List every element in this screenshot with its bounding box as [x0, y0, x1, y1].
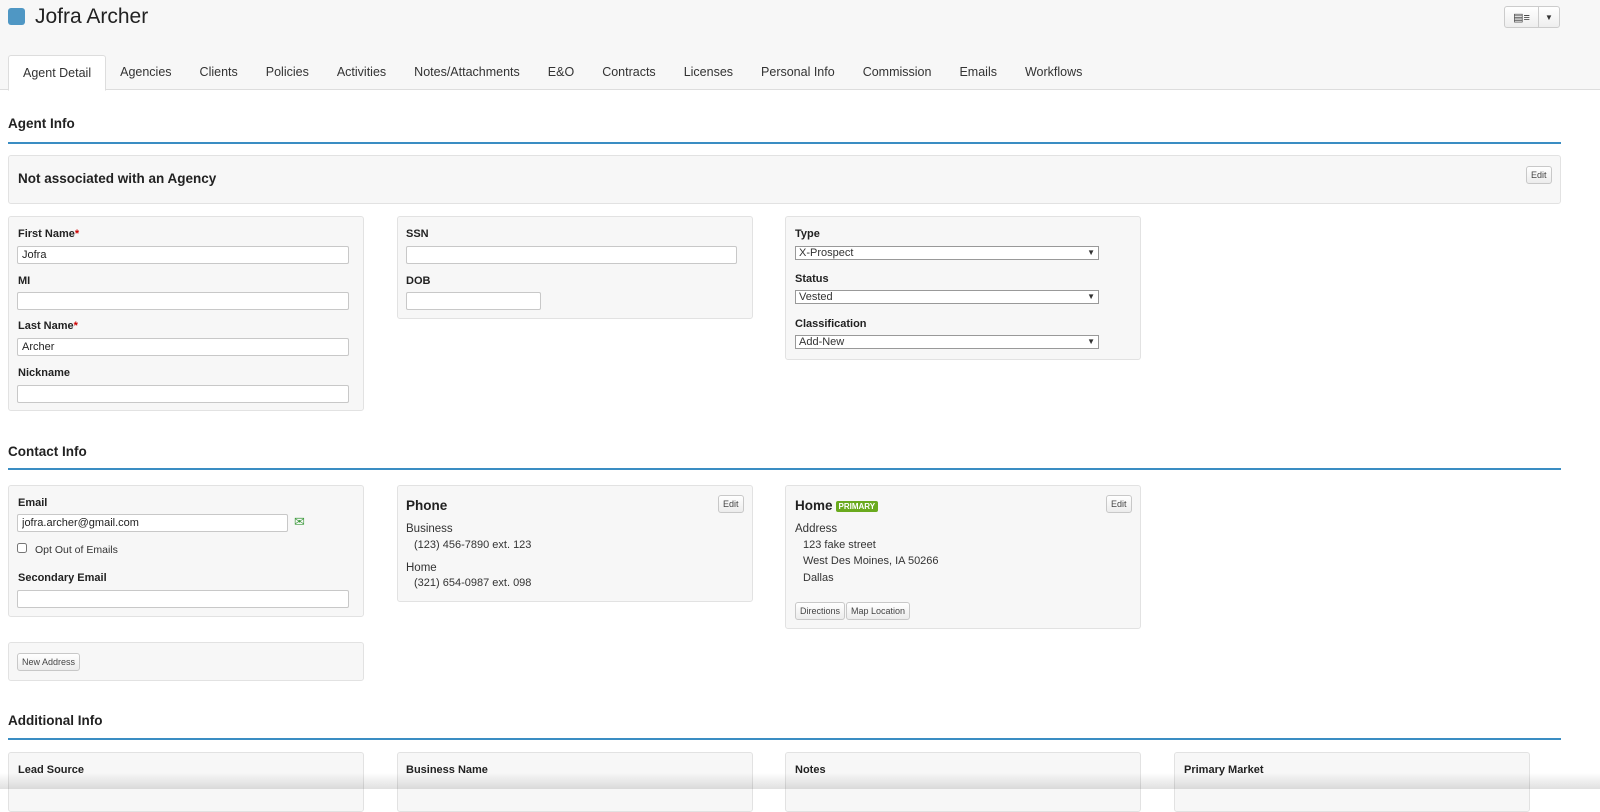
section-heading-contact-info: Contact Info	[8, 444, 87, 459]
report-list-icon[interactable]: ▤≡	[1505, 7, 1539, 27]
first-name-input[interactable]	[17, 246, 349, 264]
mi-input[interactable]	[17, 292, 349, 310]
tab-clients[interactable]: Clients	[186, 55, 252, 90]
opt-out-checkbox[interactable]	[17, 543, 27, 553]
bottom-shadow	[0, 773, 1600, 789]
ssn-label: SSN	[406, 228, 429, 240]
type-select[interactable]: X-Prospect ▼	[795, 246, 1099, 260]
new-address-button[interactable]: New Address	[17, 653, 81, 671]
email-label: Email	[18, 497, 48, 509]
section-heading-additional-info: Additional Info	[8, 713, 103, 728]
phone-edit-button[interactable]: Edit	[718, 495, 744, 513]
tab-agent-detail[interactable]: Agent Detail	[8, 55, 107, 91]
map-location-button[interactable]: Map Location	[846, 602, 911, 620]
status-select[interactable]: Vested ▼	[795, 290, 1099, 304]
tab-agencies[interactable]: Agencies	[106, 55, 185, 90]
address-edit-button[interactable]: Edit	[1106, 495, 1132, 513]
dob-label: DOB	[406, 275, 431, 287]
secondary-email-input[interactable]	[17, 590, 349, 608]
secondary-email-label: Secondary Email	[18, 572, 107, 584]
address-label: Address	[795, 523, 838, 535]
directions-button[interactable]: Directions	[795, 602, 846, 620]
opt-out-label: Opt Out of Emails	[35, 544, 118, 556]
section-divider	[8, 738, 1561, 740]
tab-activities[interactable]: Activities	[323, 55, 400, 90]
status-label: Status	[795, 273, 829, 285]
dropdown-arrow-icon: ▼	[1087, 292, 1095, 301]
home-phone: (321) 654-0987 ext. 098	[414, 577, 532, 589]
tab-policies[interactable]: Policies	[252, 55, 323, 90]
tab-workflows[interactable]: Workflows	[1011, 55, 1096, 90]
agent-color-icon	[8, 8, 25, 25]
send-email-icon[interactable]: ✉	[294, 514, 305, 530]
classification-value: Add-New	[799, 336, 845, 348]
tab-eo[interactable]: E&O	[534, 55, 588, 90]
classification-label: Classification	[795, 318, 867, 330]
nickname-label: Nickname	[18, 367, 70, 379]
chevron-down-icon[interactable]: ▼	[1539, 7, 1559, 27]
email-input[interactable]	[17, 514, 288, 532]
agency-panel	[8, 155, 1561, 204]
section-divider	[8, 142, 1561, 144]
address-line-1: 123 fake street	[803, 539, 876, 551]
classification-select[interactable]: Add-New ▼	[795, 335, 1099, 349]
business-phone: (123) 456-7890 ext. 123	[414, 539, 532, 551]
status-value: Vested	[799, 291, 833, 303]
business-phone-label: Business	[406, 523, 453, 535]
tab-licenses[interactable]: Licenses	[670, 55, 747, 90]
nickname-input[interactable]	[17, 385, 349, 403]
tab-personal-info[interactable]: Personal Info	[747, 55, 849, 90]
type-label: Type	[795, 228, 820, 240]
page-title: Jofra Archer	[35, 5, 149, 28]
dropdown-arrow-icon: ▼	[1087, 337, 1095, 346]
primary-badge: PRIMARY	[835, 500, 879, 512]
agency-edit-button[interactable]: Edit	[1526, 166, 1552, 184]
address-line-2: West Des Moines, IA 50266	[803, 555, 939, 567]
type-value: X-Prospect	[799, 247, 854, 259]
address-title: Home PRIMARY	[795, 498, 879, 513]
dropdown-arrow-icon: ▼	[1087, 248, 1095, 257]
tab-emails[interactable]: Emails	[945, 55, 1011, 90]
last-name-label: Last Name*	[18, 320, 78, 332]
phone-title: Phone	[406, 498, 448, 513]
tab-contracts[interactable]: Contracts	[588, 55, 670, 90]
tab-commission[interactable]: Commission	[849, 55, 946, 90]
mi-label: MI	[18, 275, 31, 287]
last-name-input[interactable]	[17, 338, 349, 356]
agency-status-text: Not associated with an Agency	[18, 171, 217, 186]
tab-notes-attachments[interactable]: Notes/Attachments	[400, 55, 534, 90]
ssn-input[interactable]	[406, 246, 737, 264]
section-heading-agent-info: Agent Info	[8, 116, 75, 131]
address-line-3: Dallas	[803, 572, 834, 584]
report-button-group[interactable]: ▤≡ ▼	[1504, 6, 1560, 28]
first-name-label: First Name*	[18, 228, 80, 240]
section-divider	[8, 468, 1561, 470]
home-phone-label: Home	[406, 562, 437, 574]
tab-bar: Agent Detail Agencies Clients Policies A…	[8, 55, 1096, 91]
dob-input[interactable]	[406, 292, 541, 310]
